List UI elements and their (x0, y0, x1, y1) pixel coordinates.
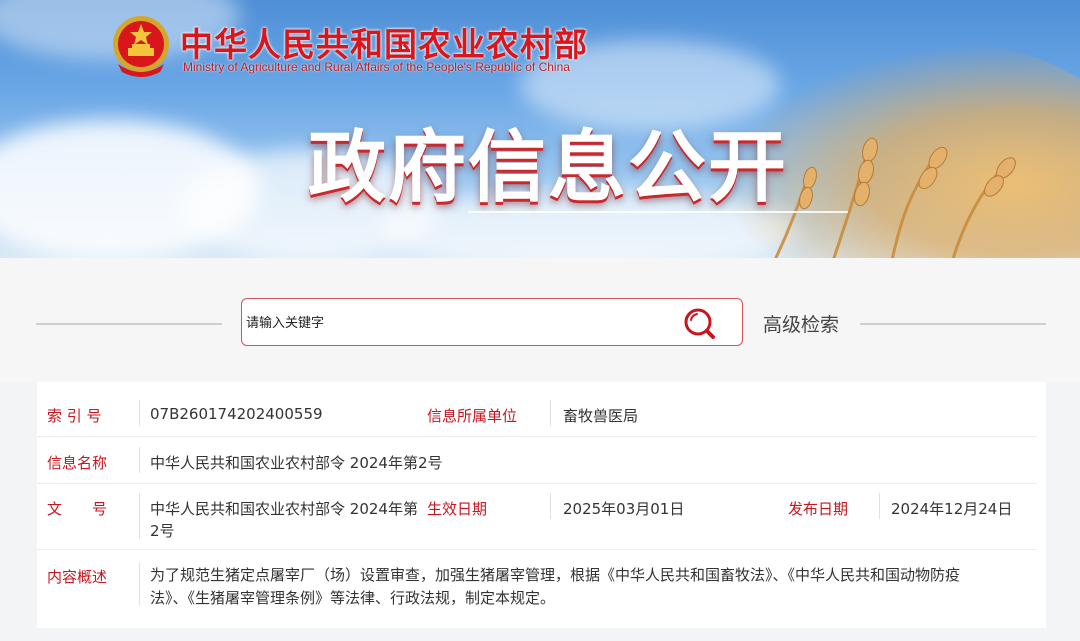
banner-title-underline (468, 211, 848, 213)
column-divider (139, 447, 140, 473)
row-divider (37, 483, 1037, 484)
row-divider (37, 549, 1037, 550)
row-divider (37, 436, 1037, 437)
search-box (241, 298, 743, 346)
search-input[interactable] (244, 311, 668, 335)
info-unit-value: 畜牧兽医局 (563, 407, 639, 425)
search-icon[interactable] (680, 305, 720, 341)
banner-title: 政府信息公开 (308, 123, 789, 213)
summary-value-line2: 法》、《生猪屠宰管理条例》等法律、行政法规，制定本规定。 (150, 589, 556, 607)
index-number-value: 07B260174202400559 (150, 405, 323, 423)
column-divider (139, 562, 140, 606)
divider-left (36, 323, 222, 325)
summary-value-line1: 为了规范生猪定点屠宰厂（场）设置审查，加强生猪屠宰管理，根据《中华人民共和国畜牧… (150, 566, 961, 584)
advanced-search-link[interactable]: 高级检索 (763, 310, 839, 337)
index-number-label: 索 引 号 (47, 407, 102, 425)
info-unit-label: 信息所属单位 (427, 407, 518, 425)
doc-number-value-line2: 2号 (150, 522, 175, 540)
national-emblem-icon (113, 16, 169, 77)
doc-number-label: 文 号 (47, 500, 108, 518)
site-name-chinese: 中华人民共和国农业农村部 (180, 25, 588, 64)
effective-date-label: 生效日期 (427, 500, 488, 518)
doc-number-value-line1: 中华人民共和国农业农村部令 2024年第 (150, 500, 418, 518)
info-table: 索 引 号 07B260174202400559 信息所属单位 畜牧兽医局 信息… (37, 382, 1046, 628)
site-name-english: Ministry of Agriculture and Rural Affair… (183, 60, 570, 74)
info-name-value: 中华人民共和国农业农村部令 2024年第2号 (150, 454, 443, 472)
publish-date-label: 发布日期 (788, 500, 849, 518)
summary-label: 内容概述 (47, 568, 108, 586)
column-divider (550, 493, 551, 519)
info-name-label: 信息名称 (47, 454, 108, 472)
column-divider (550, 400, 551, 426)
column-divider (139, 493, 140, 539)
column-divider (879, 493, 880, 519)
column-divider (139, 400, 140, 426)
header-banner: 中华人民共和国农业农村部 Ministry of Agriculture and… (0, 0, 1080, 258)
publish-date-value: 2024年12月24日 (891, 500, 1013, 518)
effective-date-value: 2025年03月01日 (563, 500, 685, 518)
search-section: 高级检索 (0, 258, 1080, 382)
divider-right (860, 323, 1046, 325)
